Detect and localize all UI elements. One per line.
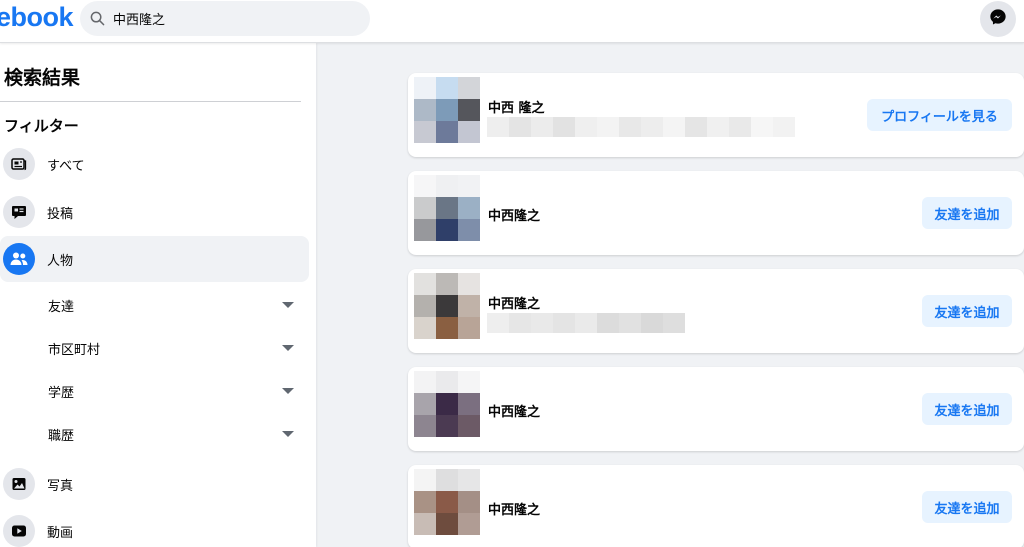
subfilter-label: 学歴 [48,385,75,401]
sidebar-item-all[interactable]: すべて [0,141,309,187]
subfilter-city[interactable]: 市区町村 [0,327,309,369]
result-card[interactable]: 中西隆之 友達を追加 [408,465,1024,547]
result-name[interactable]: 中西隆之 [488,293,540,312]
result-name[interactable]: 中西隆之 [488,401,540,420]
subfilter-label: 職歴 [48,428,75,444]
sidebar-item-label: 動画 [47,525,74,541]
view-profile-button[interactable]: プロフィールを見る [867,99,1012,131]
add-friend-button[interactable]: 友達を追加 [922,491,1012,523]
search-icon [90,11,106,27]
avatar[interactable] [414,273,480,339]
photo-icon [3,468,35,500]
avatar[interactable] [414,469,480,535]
result-card[interactable]: 中西隆之 友達を追加 [408,269,1024,353]
result-name[interactable]: 中西 隆之 [488,97,545,116]
sidebar-item-videos[interactable]: 動画 [0,508,309,547]
messenger-button[interactable] [980,1,1016,37]
sidebar-item-label: 投稿 [47,206,74,222]
avatar[interactable] [414,175,480,241]
blurred-subtitle [487,313,685,333]
subfilter-education[interactable]: 学歴 [0,370,309,412]
add-friend-button[interactable]: 友達を追加 [922,393,1012,425]
result-name[interactable]: 中西隆之 [488,205,540,224]
search-input[interactable] [113,11,343,26]
caret-down-icon [282,345,294,351]
divider [0,101,301,102]
sidebar-item-posts[interactable]: 投稿 [0,189,309,235]
sidebar-title: 検索結果 [4,67,81,89]
result-name[interactable]: 中西隆之 [488,499,540,518]
caret-down-icon [282,431,294,437]
add-friend-button[interactable]: 友達を追加 [922,295,1012,327]
subfilter-label: 市区町村 [48,342,101,358]
people-icon [3,243,35,275]
post-icon [3,196,35,228]
filter-title: フィルター [4,117,79,135]
add-friend-button[interactable]: 友達を追加 [922,197,1012,229]
result-card[interactable]: 中西隆之 友達を追加 [408,171,1024,255]
left-sidebar: 検索結果 フィルター すべて 投稿 人物 友達 市区町村 学歴 職歴 写真 動画 [0,43,316,547]
sidebar-item-photos[interactable]: 写真 [0,461,309,507]
subfilter-friends[interactable]: 友達 [0,284,309,326]
subfilter-label: 友達 [48,299,75,315]
avatar[interactable] [414,77,480,143]
sidebar-item-label: 写真 [47,478,74,494]
video-icon [3,515,35,547]
caret-down-icon [282,302,294,308]
messenger-icon [989,8,1007,30]
sidebar-item-label: 人物 [47,253,74,269]
avatar[interactable] [414,371,480,437]
sidebar-item-people[interactable]: 人物 [0,236,309,282]
subfilter-work[interactable]: 職歴 [0,413,309,455]
caret-down-icon [282,388,294,394]
blurred-subtitle [487,117,795,137]
facebook-logo[interactable]: ebook [0,2,74,33]
feed-icon [3,148,35,180]
sidebar-item-label: すべて [47,158,85,174]
top-bar: ebook [0,0,1024,43]
result-card[interactable]: 中西隆之 友達を追加 [408,367,1024,451]
result-card[interactable]: 中西 隆之 プロフィールを見る [408,73,1024,157]
search-box[interactable] [80,1,370,36]
